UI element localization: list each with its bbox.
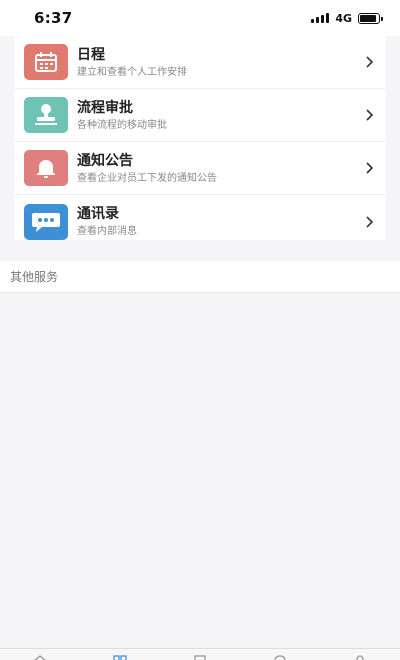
list-item-subtitle: 查看内部消息 xyxy=(77,226,137,237)
list-item-subtitle: 各种流程的移动审批 xyxy=(77,119,167,131)
list-item-contacts[interactable]: 通讯录 查看内部消息 xyxy=(14,195,386,248)
other-services-label: 其他服务 xyxy=(10,270,59,284)
apps-icon[interactable] xyxy=(113,655,127,660)
signal-icon xyxy=(311,13,330,23)
user-icon[interactable] xyxy=(353,655,367,660)
chevron-right-icon xyxy=(360,162,380,174)
home-icon[interactable] xyxy=(33,655,47,660)
message-icon[interactable] xyxy=(273,655,287,660)
chat-bubble-icon xyxy=(24,203,68,240)
status-indicators: 4G xyxy=(311,11,383,25)
list-item-text: 日程 建立和查看个人工作安排 xyxy=(77,46,360,79)
list-item-title: 日程 xyxy=(77,46,105,63)
list-item-approval[interactable]: 流程审批 各种流程的移动审批 xyxy=(14,89,386,142)
bottom-tab-bar xyxy=(0,648,400,660)
network-type: 4G xyxy=(335,11,352,25)
stamp-icon xyxy=(24,97,68,133)
list-item-announcements[interactable]: 通知公告 查看企业对员工下发的通知公告 xyxy=(14,142,386,195)
chevron-right-icon xyxy=(360,56,380,68)
battery-level xyxy=(360,14,377,22)
battery-icon xyxy=(358,12,383,24)
list-item-subtitle: 建立和查看个人工作安排 xyxy=(77,66,187,78)
list-item-subtitle: 查看企业对员工下发的通知公告 xyxy=(77,172,217,184)
list-item-title: 流程审批 xyxy=(77,99,133,116)
status-bar: 6:37 4G xyxy=(0,0,400,36)
list-item-title: 通知公告 xyxy=(77,152,133,169)
bell-icon xyxy=(24,150,68,186)
service-list: 日程 建立和查看个人工作安排 流程审批 各种流程的移动审批 通知公告 查看企业对… xyxy=(14,36,386,240)
other-services-header: 其他服务 xyxy=(0,261,400,293)
chevron-right-icon xyxy=(360,215,380,228)
list-item-text: 流程审批 各种流程的移动审批 xyxy=(77,99,360,132)
chevron-right-icon xyxy=(360,109,380,121)
list-item-schedule[interactable]: 日程 建立和查看个人工作安排 xyxy=(14,36,386,89)
list-item-title: 通讯录 xyxy=(77,206,119,222)
calendar-icon xyxy=(24,44,68,80)
list-item-text: 通讯录 查看内部消息 xyxy=(77,205,360,238)
status-time: 6:37 xyxy=(34,9,73,27)
list-item-text: 通知公告 查看企业对员工下发的通知公告 xyxy=(77,152,360,185)
document-icon[interactable] xyxy=(193,655,207,660)
